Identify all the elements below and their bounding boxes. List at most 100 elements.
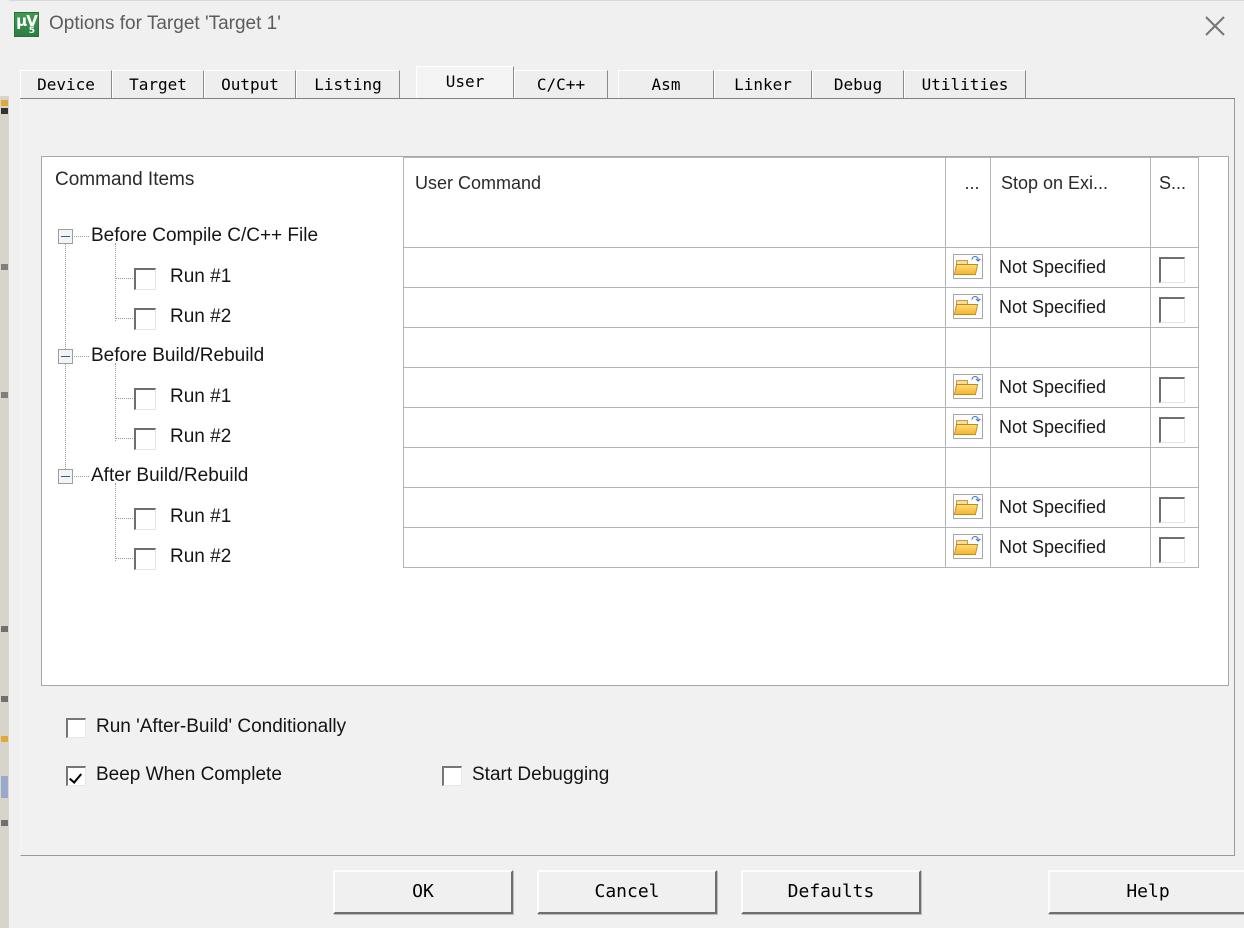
run-enable-checkbox[interactable] xyxy=(134,428,156,450)
collapse-minus-icon[interactable] xyxy=(58,349,73,364)
bg-mark xyxy=(1,626,8,632)
tab-device[interactable]: Device xyxy=(20,70,112,98)
tab-c-cpp[interactable]: C/C++ xyxy=(514,70,608,98)
grid-col-sep-stop xyxy=(990,157,991,568)
grid-row-line xyxy=(403,247,1199,248)
stop-on-exit-value[interactable]: Not Specified xyxy=(999,497,1106,518)
s-column-checkbox[interactable] xyxy=(1159,377,1185,403)
collapse-minus-icon[interactable] xyxy=(58,469,73,484)
tab-linker[interactable]: Linker xyxy=(714,70,812,98)
tab-asm[interactable]: Asm xyxy=(618,70,714,98)
checkbox[interactable] xyxy=(442,766,462,786)
tab-user[interactable]: User xyxy=(416,66,514,98)
s-column-checkbox[interactable] xyxy=(1159,417,1185,443)
tree-connector xyxy=(115,438,135,440)
help-button[interactable]: Help xyxy=(1048,870,1244,914)
bg-mark xyxy=(1,736,8,742)
grid-col-sep-browse xyxy=(945,157,946,568)
browse-folder-icon[interactable]: ↷ xyxy=(951,493,985,521)
checkbox[interactable] xyxy=(66,766,86,786)
uvision-logo-version: 5 xyxy=(29,26,35,36)
stop-on-exit-value[interactable]: Not Specified xyxy=(999,297,1106,318)
grid-row-line xyxy=(403,327,1199,328)
grid-col-sep-s xyxy=(1150,157,1151,568)
tree-branch-spine xyxy=(115,363,117,441)
tab-output[interactable]: Output xyxy=(204,70,296,98)
grid-line xyxy=(403,157,1199,158)
tree-item-label: Run #1 xyxy=(170,266,231,288)
grid-header-user-command: User Command xyxy=(415,173,935,194)
run-enable-checkbox[interactable] xyxy=(134,388,156,410)
collapse-minus-icon[interactable] xyxy=(58,229,73,244)
tree-group-label: After Build/Rebuild xyxy=(91,465,248,487)
browse-folder-icon[interactable]: ↷ xyxy=(951,413,985,441)
stop-on-exit-value[interactable]: Not Specified xyxy=(999,537,1106,558)
bg-mark xyxy=(1,392,8,398)
grid-header-command-items: Command Items xyxy=(55,169,194,191)
bg-mark xyxy=(1,776,8,798)
run-enable-checkbox[interactable] xyxy=(134,308,156,330)
tree-connector xyxy=(115,518,135,520)
grid-row-line xyxy=(403,287,1199,288)
tree-item-label: Run #1 xyxy=(170,386,231,408)
ok-button[interactable]: OK xyxy=(333,870,513,914)
grid-row-line xyxy=(403,527,1199,528)
tab-bar: Device Target Output Listing User C/C++ … xyxy=(20,69,1235,99)
browse-folder-icon[interactable]: ↷ xyxy=(951,293,985,321)
option-label: Start Debugging xyxy=(472,764,609,786)
tree-item-label: Run #1 xyxy=(170,506,231,528)
bg-mark xyxy=(1,108,8,114)
uvision-logo-icon: µV 5 xyxy=(14,12,39,37)
s-column-checkbox[interactable] xyxy=(1159,497,1185,523)
grid-line xyxy=(403,567,1199,568)
close-icon[interactable] xyxy=(1192,3,1238,47)
tree-connector xyxy=(115,278,135,280)
browse-folder-icon[interactable]: ↷ xyxy=(951,253,985,281)
title-bar: µV 5 Options for Target 'Target 1' xyxy=(9,1,1244,53)
tab-listing[interactable]: Listing xyxy=(296,70,400,98)
s-column-checkbox[interactable] xyxy=(1159,297,1185,323)
dialog-title: Options for Target 'Target 1' xyxy=(49,13,281,35)
run-enable-checkbox[interactable] xyxy=(134,548,156,570)
bg-mark xyxy=(1,264,8,270)
tree-branch-spine xyxy=(115,243,117,321)
dialog-button-bar: OK Cancel Defaults Help xyxy=(9,863,1244,929)
grid-line xyxy=(403,157,404,568)
tree-item-label: Run #2 xyxy=(170,306,231,328)
dialog-window: µV 5 Options for Target 'Target 1' Devic… xyxy=(9,0,1244,928)
tree-connector xyxy=(74,476,89,478)
stop-on-exit-value[interactable]: Not Specified xyxy=(999,257,1106,278)
grid-row-line xyxy=(403,447,1199,448)
bg-mark xyxy=(1,820,8,826)
options-dialog: µV 5 Options for Target 'Target 1' Devic… xyxy=(0,0,1244,928)
tree-branch-spine xyxy=(115,483,117,561)
cancel-button[interactable]: Cancel xyxy=(537,870,717,914)
tab-utilities[interactable]: Utilities xyxy=(904,70,1026,98)
run-enable-checkbox[interactable] xyxy=(134,268,156,290)
tab-target[interactable]: Target xyxy=(112,70,204,98)
option-label: Beep When Complete xyxy=(96,764,282,786)
tree-item-label: Run #2 xyxy=(170,426,231,448)
option-label: Run 'After-Build' Conditionally xyxy=(96,716,346,738)
tree-group-label: Before Compile C/C++ File xyxy=(91,225,318,247)
s-column-checkbox[interactable] xyxy=(1159,257,1185,283)
grid-header-stop-on-exit: Stop on Exi... xyxy=(1001,173,1149,194)
browse-folder-icon[interactable]: ↷ xyxy=(951,373,985,401)
grid-row-line xyxy=(403,407,1199,408)
bg-mark xyxy=(1,100,8,106)
command-grid: User Command ... Stop on Exi... S... ↷ N… xyxy=(403,157,1199,568)
bg-mark xyxy=(1,696,8,702)
grid-line xyxy=(1198,157,1199,568)
tree-item-label: Run #2 xyxy=(170,546,231,568)
stop-on-exit-value[interactable]: Not Specified xyxy=(999,377,1106,398)
tree-connector xyxy=(74,236,89,238)
s-column-checkbox[interactable] xyxy=(1159,537,1185,563)
tree-group-label: Before Build/Rebuild xyxy=(91,345,264,367)
tab-debug[interactable]: Debug xyxy=(812,70,904,98)
grid-header-browse: ... xyxy=(955,173,989,194)
run-enable-checkbox[interactable] xyxy=(134,508,156,530)
defaults-button[interactable]: Defaults xyxy=(741,870,921,914)
checkbox[interactable] xyxy=(66,718,86,738)
browse-folder-icon[interactable]: ↷ xyxy=(951,533,985,561)
stop-on-exit-value[interactable]: Not Specified xyxy=(999,417,1106,438)
